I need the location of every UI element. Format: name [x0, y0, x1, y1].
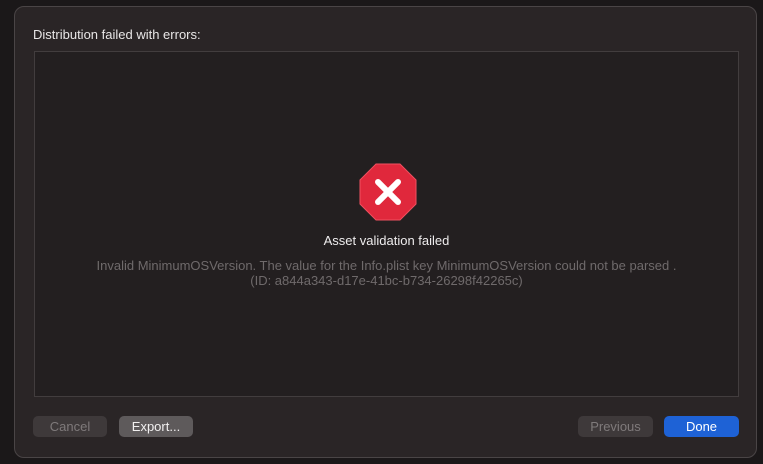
- dialog-title: Distribution failed with errors:: [33, 27, 201, 42]
- error-detail: Invalid MinimumOSVersion. The value for …: [35, 258, 738, 288]
- previous-button[interactable]: Previous: [578, 416, 653, 437]
- error-detail-id: (ID: a844a343-d17e-41bc-b734-26298f42265…: [250, 273, 523, 288]
- error-x-octagon-icon: [359, 163, 417, 221]
- error-content-panel: Asset validation failed Invalid MinimumO…: [34, 51, 739, 397]
- export-button[interactable]: Export...: [119, 416, 193, 437]
- distribution-dialog: Distribution failed with errors: Asset v…: [14, 6, 757, 458]
- error-title: Asset validation failed: [323, 233, 450, 248]
- error-detail-message: Invalid MinimumOSVersion. The value for …: [96, 258, 677, 273]
- done-button[interactable]: Done: [664, 416, 739, 437]
- cancel-button[interactable]: Cancel: [33, 416, 107, 437]
